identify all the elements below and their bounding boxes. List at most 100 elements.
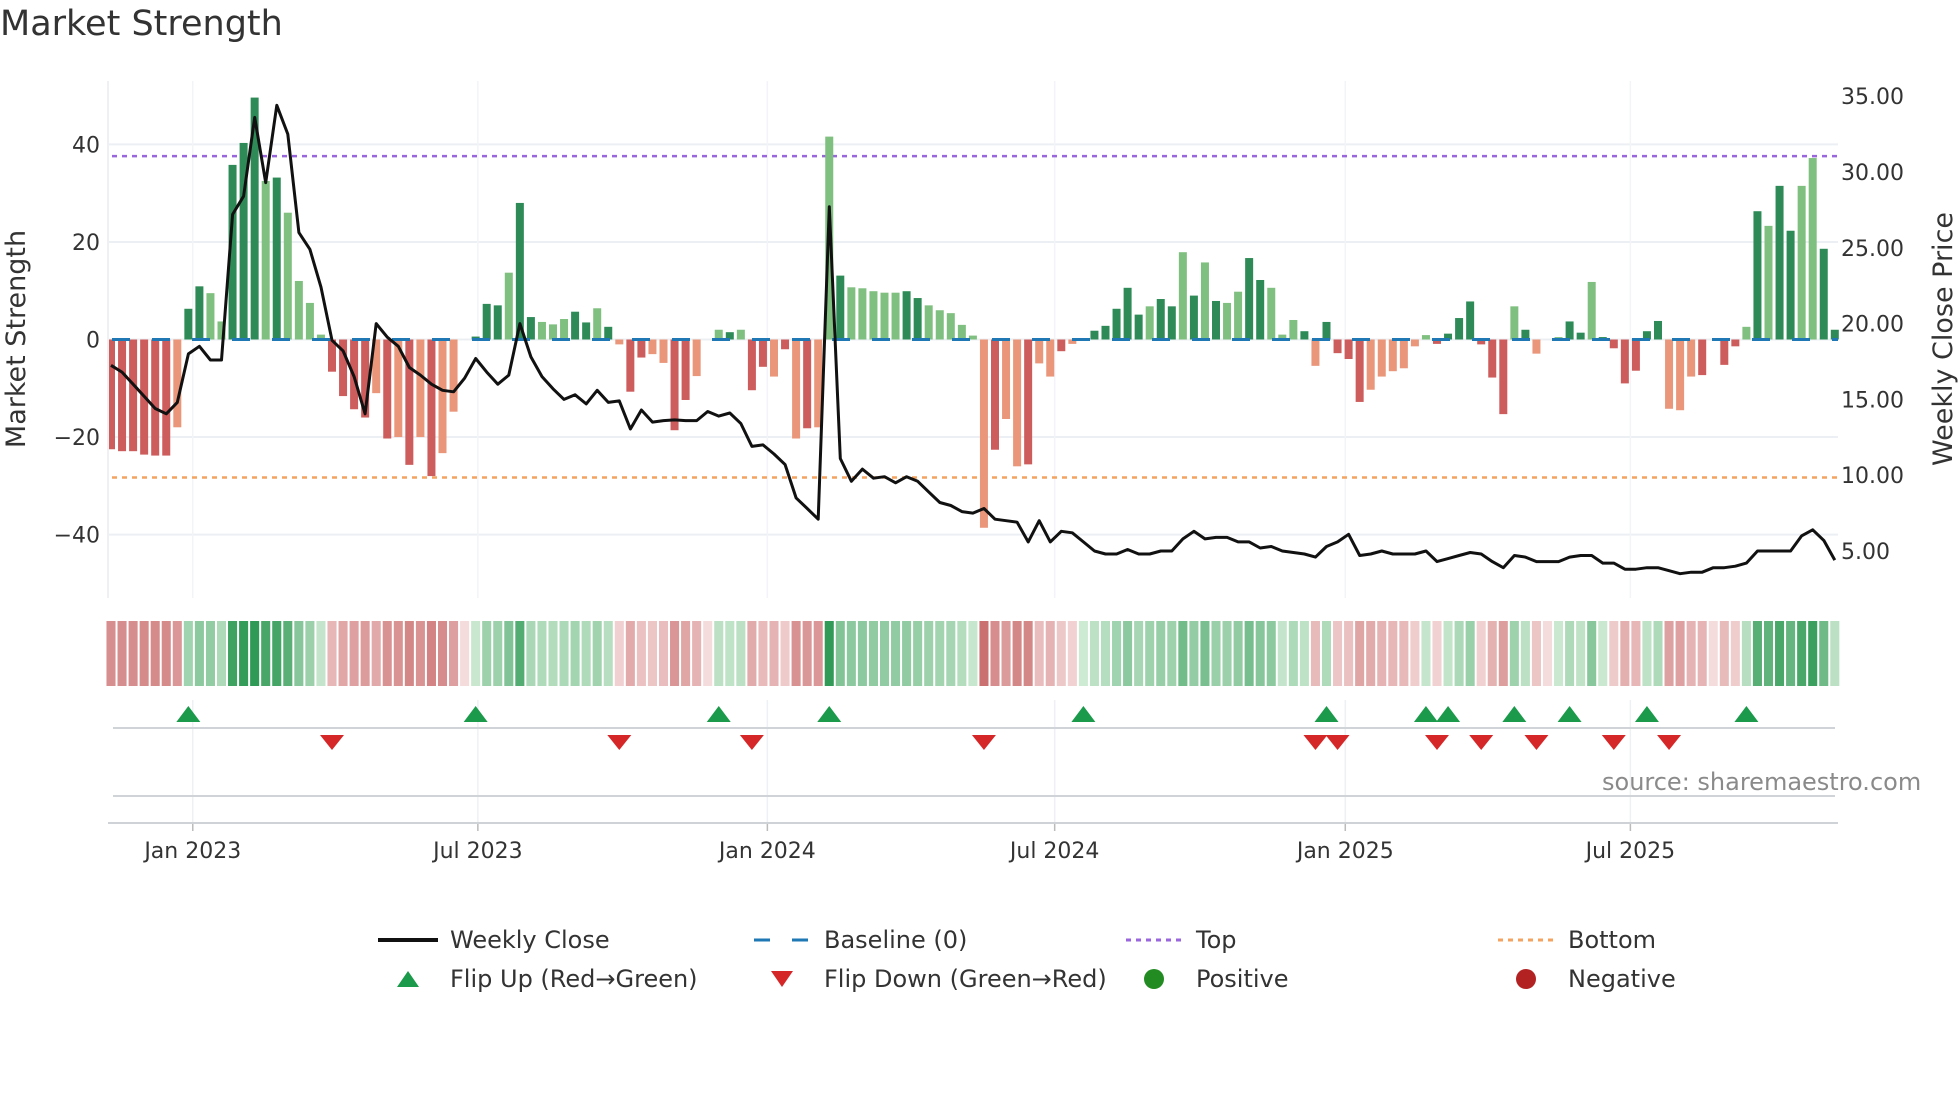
heat-cell — [603, 621, 613, 686]
heat-cell — [294, 621, 304, 686]
heat-cell — [1587, 621, 1597, 686]
heat-cell — [1653, 621, 1663, 686]
flip-down-marker — [1303, 735, 1328, 750]
heat-cell — [216, 621, 227, 686]
heat-cell — [161, 621, 171, 686]
y-tick-label: 40 — [72, 133, 100, 158]
heat-cell — [968, 621, 978, 686]
heat-cell — [924, 621, 934, 686]
strength-bar — [1123, 287, 1132, 340]
y-tick-label: 20 — [72, 231, 100, 256]
strength-bar — [593, 308, 602, 340]
y2-tick-label: 20.00 — [1841, 313, 1904, 338]
heat-cell — [239, 621, 249, 686]
heat-cell — [261, 621, 271, 686]
strength-bar — [1344, 339, 1353, 360]
heat-cell — [846, 621, 856, 686]
strength-bar — [1057, 339, 1066, 352]
strength-bar — [1234, 291, 1243, 340]
heat-cell — [1786, 621, 1796, 686]
strength-bar — [1090, 330, 1099, 340]
heat-cell — [681, 621, 691, 686]
heat-cell — [703, 621, 713, 686]
strength-bar — [560, 319, 569, 340]
strength-bar — [1654, 320, 1662, 340]
heat-cell — [327, 621, 337, 686]
heat-cell — [1465, 621, 1475, 686]
source-credit: source: sharemaestro.com — [1602, 768, 1922, 796]
level-lines — [112, 154, 1838, 479]
heat-cell — [592, 621, 602, 686]
strength-bar — [118, 339, 127, 452]
heat-cell — [1775, 621, 1785, 686]
strength-bar — [206, 293, 215, 340]
heat-cell — [802, 621, 812, 686]
heat-cell — [647, 621, 657, 686]
heat-cell — [736, 621, 746, 686]
strength-bar — [1698, 339, 1707, 376]
strength-bar — [648, 339, 657, 355]
heat-cell — [1333, 621, 1343, 686]
heat-cell — [670, 621, 680, 686]
heat-cell — [1631, 621, 1641, 686]
heat-cell — [272, 621, 282, 686]
heat-cell — [1476, 621, 1486, 686]
heat-cell — [1123, 621, 1133, 686]
y2-tick-label: 30.00 — [1841, 161, 1904, 186]
strength-bar — [1665, 339, 1674, 409]
strength-bar — [869, 291, 878, 340]
strength-bar — [604, 326, 613, 340]
heat-cell — [1299, 621, 1309, 686]
x-tick-label: Jan 2025 — [1295, 839, 1394, 864]
strength-bar — [449, 339, 458, 412]
heat-cell — [1089, 621, 1099, 686]
y2-tick-label: 25.00 — [1841, 237, 1904, 262]
flip-up-marker — [1071, 706, 1096, 722]
gridlines — [108, 81, 1838, 823]
heat-cell — [780, 621, 790, 686]
heat-cell — [636, 621, 646, 686]
strength-bar — [1156, 299, 1165, 340]
heat-cell — [1200, 621, 1210, 686]
flip-up-marker — [1314, 706, 1339, 722]
strength-bar — [1510, 306, 1519, 340]
strength-bar — [1355, 339, 1364, 402]
heat-cell — [1797, 621, 1807, 686]
heat-cell — [1554, 621, 1564, 686]
heat-cell — [946, 621, 956, 686]
strength-bar — [1101, 325, 1110, 340]
heat-cell — [1432, 621, 1442, 686]
strength-bar — [151, 339, 160, 456]
heat-cell — [1520, 621, 1530, 686]
strength-bar — [1631, 339, 1640, 371]
heat-cell — [1487, 621, 1497, 686]
y2-tick-label: 10.00 — [1841, 464, 1904, 489]
strength-bar — [1388, 339, 1397, 372]
x-tick-label: Jul 2023 — [431, 839, 523, 864]
strength-bar — [1676, 339, 1685, 411]
heat-cell — [1366, 621, 1376, 686]
heat-cell — [415, 621, 425, 686]
strength-bar — [615, 339, 624, 345]
heat-cell — [769, 621, 779, 686]
heat-cell — [1023, 621, 1033, 686]
heat-cell — [150, 621, 160, 686]
strength-bar — [1267, 287, 1276, 340]
heat-cell — [283, 621, 293, 686]
strength-bar — [1167, 306, 1176, 340]
heat-cell — [1598, 621, 1608, 686]
heat-cell — [1609, 621, 1619, 686]
strength-bar — [1046, 339, 1055, 377]
strength-bar — [803, 339, 812, 429]
flip-down-marker — [1469, 735, 1494, 750]
strength-bar — [129, 339, 138, 452]
heat-cell — [758, 621, 768, 686]
y-tick-label: 0 — [86, 329, 100, 354]
heat-cell — [913, 621, 923, 686]
strength-bars — [107, 97, 1839, 528]
heat-cell — [305, 621, 315, 686]
flip-up-marker — [706, 706, 731, 722]
flip-up-marker — [817, 706, 842, 722]
strength-bar — [1200, 262, 1209, 340]
x-tick-label: Jan 2024 — [717, 839, 816, 864]
